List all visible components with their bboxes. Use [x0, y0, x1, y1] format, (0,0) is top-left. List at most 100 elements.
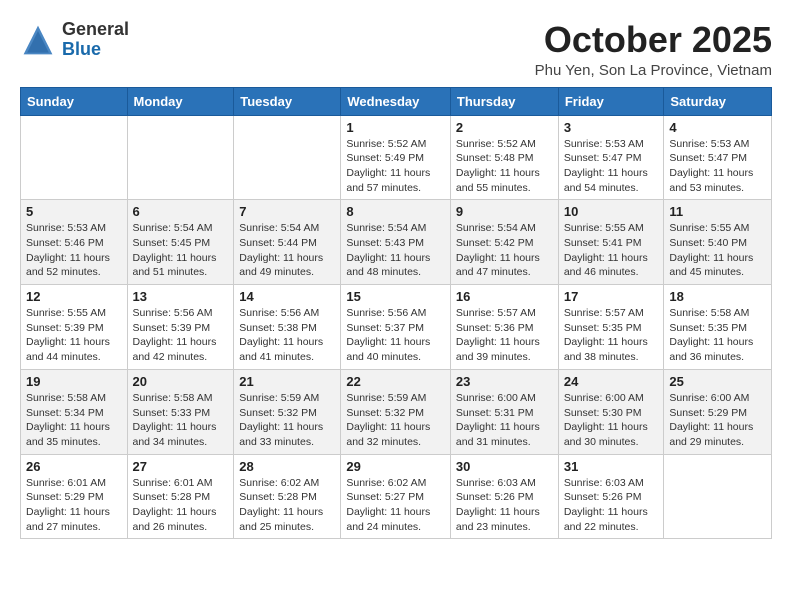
header: General Blue October 2025 Phu Yen, Son L…	[20, 20, 772, 79]
day-info: Sunrise: 5:54 AMSunset: 5:43 PMDaylight:…	[346, 221, 445, 280]
weekday-header-wednesday: Wednesday	[341, 87, 451, 115]
day-number: 7	[239, 204, 335, 219]
day-number: 22	[346, 374, 445, 389]
week-row-4: 19Sunrise: 5:58 AMSunset: 5:34 PMDayligh…	[21, 369, 772, 454]
day-number: 17	[564, 289, 659, 304]
day-number: 31	[564, 459, 659, 474]
day-info: Sunrise: 5:53 AMSunset: 5:47 PMDaylight:…	[669, 137, 766, 196]
day-info: Sunrise: 5:54 AMSunset: 5:42 PMDaylight:…	[456, 221, 553, 280]
calendar-cell: 19Sunrise: 5:58 AMSunset: 5:34 PMDayligh…	[21, 369, 128, 454]
day-number: 3	[564, 120, 659, 135]
day-number: 4	[669, 120, 766, 135]
calendar-cell	[21, 115, 128, 200]
calendar-cell: 8 Sunrise: 5:54 AMSunset: 5:43 PMDaylight…	[341, 200, 451, 285]
calendar-cell: 17Sunrise: 5:57 AMSunset: 5:35 PMDayligh…	[558, 285, 664, 370]
day-info: Sunrise: 5:56 AMSunset: 5:39 PMDaylight:…	[133, 306, 229, 365]
calendar-cell: 10 Sunrise: 5:55 AMSunset: 5:41 PMDayligh…	[558, 200, 664, 285]
day-number: 12	[26, 289, 122, 304]
calendar-cell: 24Sunrise: 6:00 AMSunset: 5:30 PMDayligh…	[558, 369, 664, 454]
calendar-cell: 20 Sunrise: 5:58 AMSunset: 5:33 PMDayligh…	[127, 369, 234, 454]
weekday-header-friday: Friday	[558, 87, 664, 115]
day-number: 13	[133, 289, 229, 304]
calendar-cell: 29 Sunrise: 6:02 AMSunset: 5:27 PMDayligh…	[341, 454, 451, 539]
calendar-cell: 28 Sunrise: 6:02 AMSunset: 5:28 PMDayligh…	[234, 454, 341, 539]
calendar-cell: 7Sunrise: 5:54 AMSunset: 5:44 PMDaylight…	[234, 200, 341, 285]
weekday-header-sunday: Sunday	[21, 87, 128, 115]
day-number: 6	[133, 204, 229, 219]
calendar-page: General Blue October 2025 Phu Yen, Son L…	[0, 0, 792, 549]
day-info: Sunrise: 5:52 AMSunset: 5:49 PMDaylight:…	[346, 137, 445, 196]
day-number: 21	[239, 374, 335, 389]
day-info: Sunrise: 6:02 AMSunset: 5:27 PMDaylight:…	[346, 476, 445, 535]
calendar-cell: 14 Sunrise: 5:56 AMSunset: 5:38 PMDayligh…	[234, 285, 341, 370]
weekday-header-tuesday: Tuesday	[234, 87, 341, 115]
day-info: Sunrise: 5:55 AMSunset: 5:40 PMDaylight:…	[669, 221, 766, 280]
day-number: 9	[456, 204, 553, 219]
day-number: 26	[26, 459, 122, 474]
day-info: Sunrise: 5:57 AMSunset: 5:36 PMDaylight:…	[456, 306, 553, 365]
calendar-cell: 11Sunrise: 5:55 AMSunset: 5:40 PMDayligh…	[664, 200, 772, 285]
day-info: Sunrise: 5:58 AMSunset: 5:33 PMDaylight:…	[133, 391, 229, 450]
calendar-cell: 30 Sunrise: 6:03 AMSunset: 5:26 PMDayligh…	[450, 454, 558, 539]
calendar-cell: 16 Sunrise: 5:57 AMSunset: 5:36 PMDayligh…	[450, 285, 558, 370]
week-row-5: 26Sunrise: 6:01 AMSunset: 5:29 PMDayligh…	[21, 454, 772, 539]
logo-text: General Blue	[62, 20, 129, 60]
day-info: Sunrise: 6:00 AMSunset: 5:29 PMDaylight:…	[669, 391, 766, 450]
logo-blue: Blue	[62, 40, 129, 60]
calendar-cell: 23Sunrise: 6:00 AMSunset: 5:31 PMDayligh…	[450, 369, 558, 454]
day-number: 27	[133, 459, 229, 474]
day-info: Sunrise: 5:53 AMSunset: 5:46 PMDaylight:…	[26, 221, 122, 280]
day-number: 8	[346, 204, 445, 219]
day-number: 18	[669, 289, 766, 304]
day-info: Sunrise: 5:59 AMSunset: 5:32 PMDaylight:…	[346, 391, 445, 450]
day-number: 28	[239, 459, 335, 474]
day-info: Sunrise: 5:56 AMSunset: 5:37 PMDaylight:…	[346, 306, 445, 365]
title-block: October 2025 Phu Yen, Son La Province, V…	[535, 20, 772, 79]
day-info: Sunrise: 5:55 AMSunset: 5:39 PMDaylight:…	[26, 306, 122, 365]
month-title: October 2025	[535, 20, 772, 60]
day-number: 10	[564, 204, 659, 219]
weekday-header-row: SundayMondayTuesdayWednesdayThursdayFrid…	[21, 87, 772, 115]
weekday-header-thursday: Thursday	[450, 87, 558, 115]
calendar-cell: 2Sunrise: 5:52 AMSunset: 5:48 PMDaylight…	[450, 115, 558, 200]
calendar-cell: 4 Sunrise: 5:53 AMSunset: 5:47 PMDaylight…	[664, 115, 772, 200]
day-number: 19	[26, 374, 122, 389]
logo-general: General	[62, 20, 129, 40]
calendar-cell	[127, 115, 234, 200]
calendar-cell: 21 Sunrise: 5:59 AMSunset: 5:32 PMDayligh…	[234, 369, 341, 454]
day-number: 16	[456, 289, 553, 304]
day-info: Sunrise: 6:02 AMSunset: 5:28 PMDaylight:…	[239, 476, 335, 535]
day-number: 29	[346, 459, 445, 474]
day-number: 30	[456, 459, 553, 474]
week-row-3: 12 Sunrise: 5:55 AMSunset: 5:39 PMDayligh…	[21, 285, 772, 370]
day-info: Sunrise: 5:56 AMSunset: 5:38 PMDaylight:…	[239, 306, 335, 365]
calendar-cell: 27 Sunrise: 6:01 AMSunset: 5:28 PMDayligh…	[127, 454, 234, 539]
calendar-cell: 12 Sunrise: 5:55 AMSunset: 5:39 PMDayligh…	[21, 285, 128, 370]
calendar-cell: 25 Sunrise: 6:00 AMSunset: 5:29 PMDayligh…	[664, 369, 772, 454]
day-info: Sunrise: 6:03 AMSunset: 5:26 PMDaylight:…	[456, 476, 553, 535]
week-row-2: 5 Sunrise: 5:53 AMSunset: 5:46 PMDaylight…	[21, 200, 772, 285]
day-info: Sunrise: 6:00 AMSunset: 5:31 PMDaylight:…	[456, 391, 553, 450]
weekday-header-monday: Monday	[127, 87, 234, 115]
day-number: 5	[26, 204, 122, 219]
logo-icon	[20, 22, 56, 58]
calendar-cell: 18Sunrise: 5:58 AMSunset: 5:35 PMDayligh…	[664, 285, 772, 370]
calendar-cell: 1Sunrise: 5:52 AMSunset: 5:49 PMDaylight…	[341, 115, 451, 200]
calendar-table: SundayMondayTuesdayWednesdayThursdayFrid…	[20, 87, 772, 540]
calendar-cell: 13 Sunrise: 5:56 AMSunset: 5:39 PMDayligh…	[127, 285, 234, 370]
day-info: Sunrise: 5:53 AMSunset: 5:47 PMDaylight:…	[564, 137, 659, 196]
day-info: Sunrise: 6:01 AMSunset: 5:28 PMDaylight:…	[133, 476, 229, 535]
day-number: 24	[564, 374, 659, 389]
weekday-header-saturday: Saturday	[664, 87, 772, 115]
day-number: 25	[669, 374, 766, 389]
day-number: 20	[133, 374, 229, 389]
calendar-cell: 22 Sunrise: 5:59 AMSunset: 5:32 PMDayligh…	[341, 369, 451, 454]
calendar-cell: 3 Sunrise: 5:53 AMSunset: 5:47 PMDaylight…	[558, 115, 664, 200]
day-info: Sunrise: 5:55 AMSunset: 5:41 PMDaylight:…	[564, 221, 659, 280]
day-number: 14	[239, 289, 335, 304]
calendar-cell: 26Sunrise: 6:01 AMSunset: 5:29 PMDayligh…	[21, 454, 128, 539]
calendar-cell	[234, 115, 341, 200]
day-info: Sunrise: 5:59 AMSunset: 5:32 PMDaylight:…	[239, 391, 335, 450]
day-info: Sunrise: 5:52 AMSunset: 5:48 PMDaylight:…	[456, 137, 553, 196]
calendar-cell: 6Sunrise: 5:54 AMSunset: 5:45 PMDaylight…	[127, 200, 234, 285]
